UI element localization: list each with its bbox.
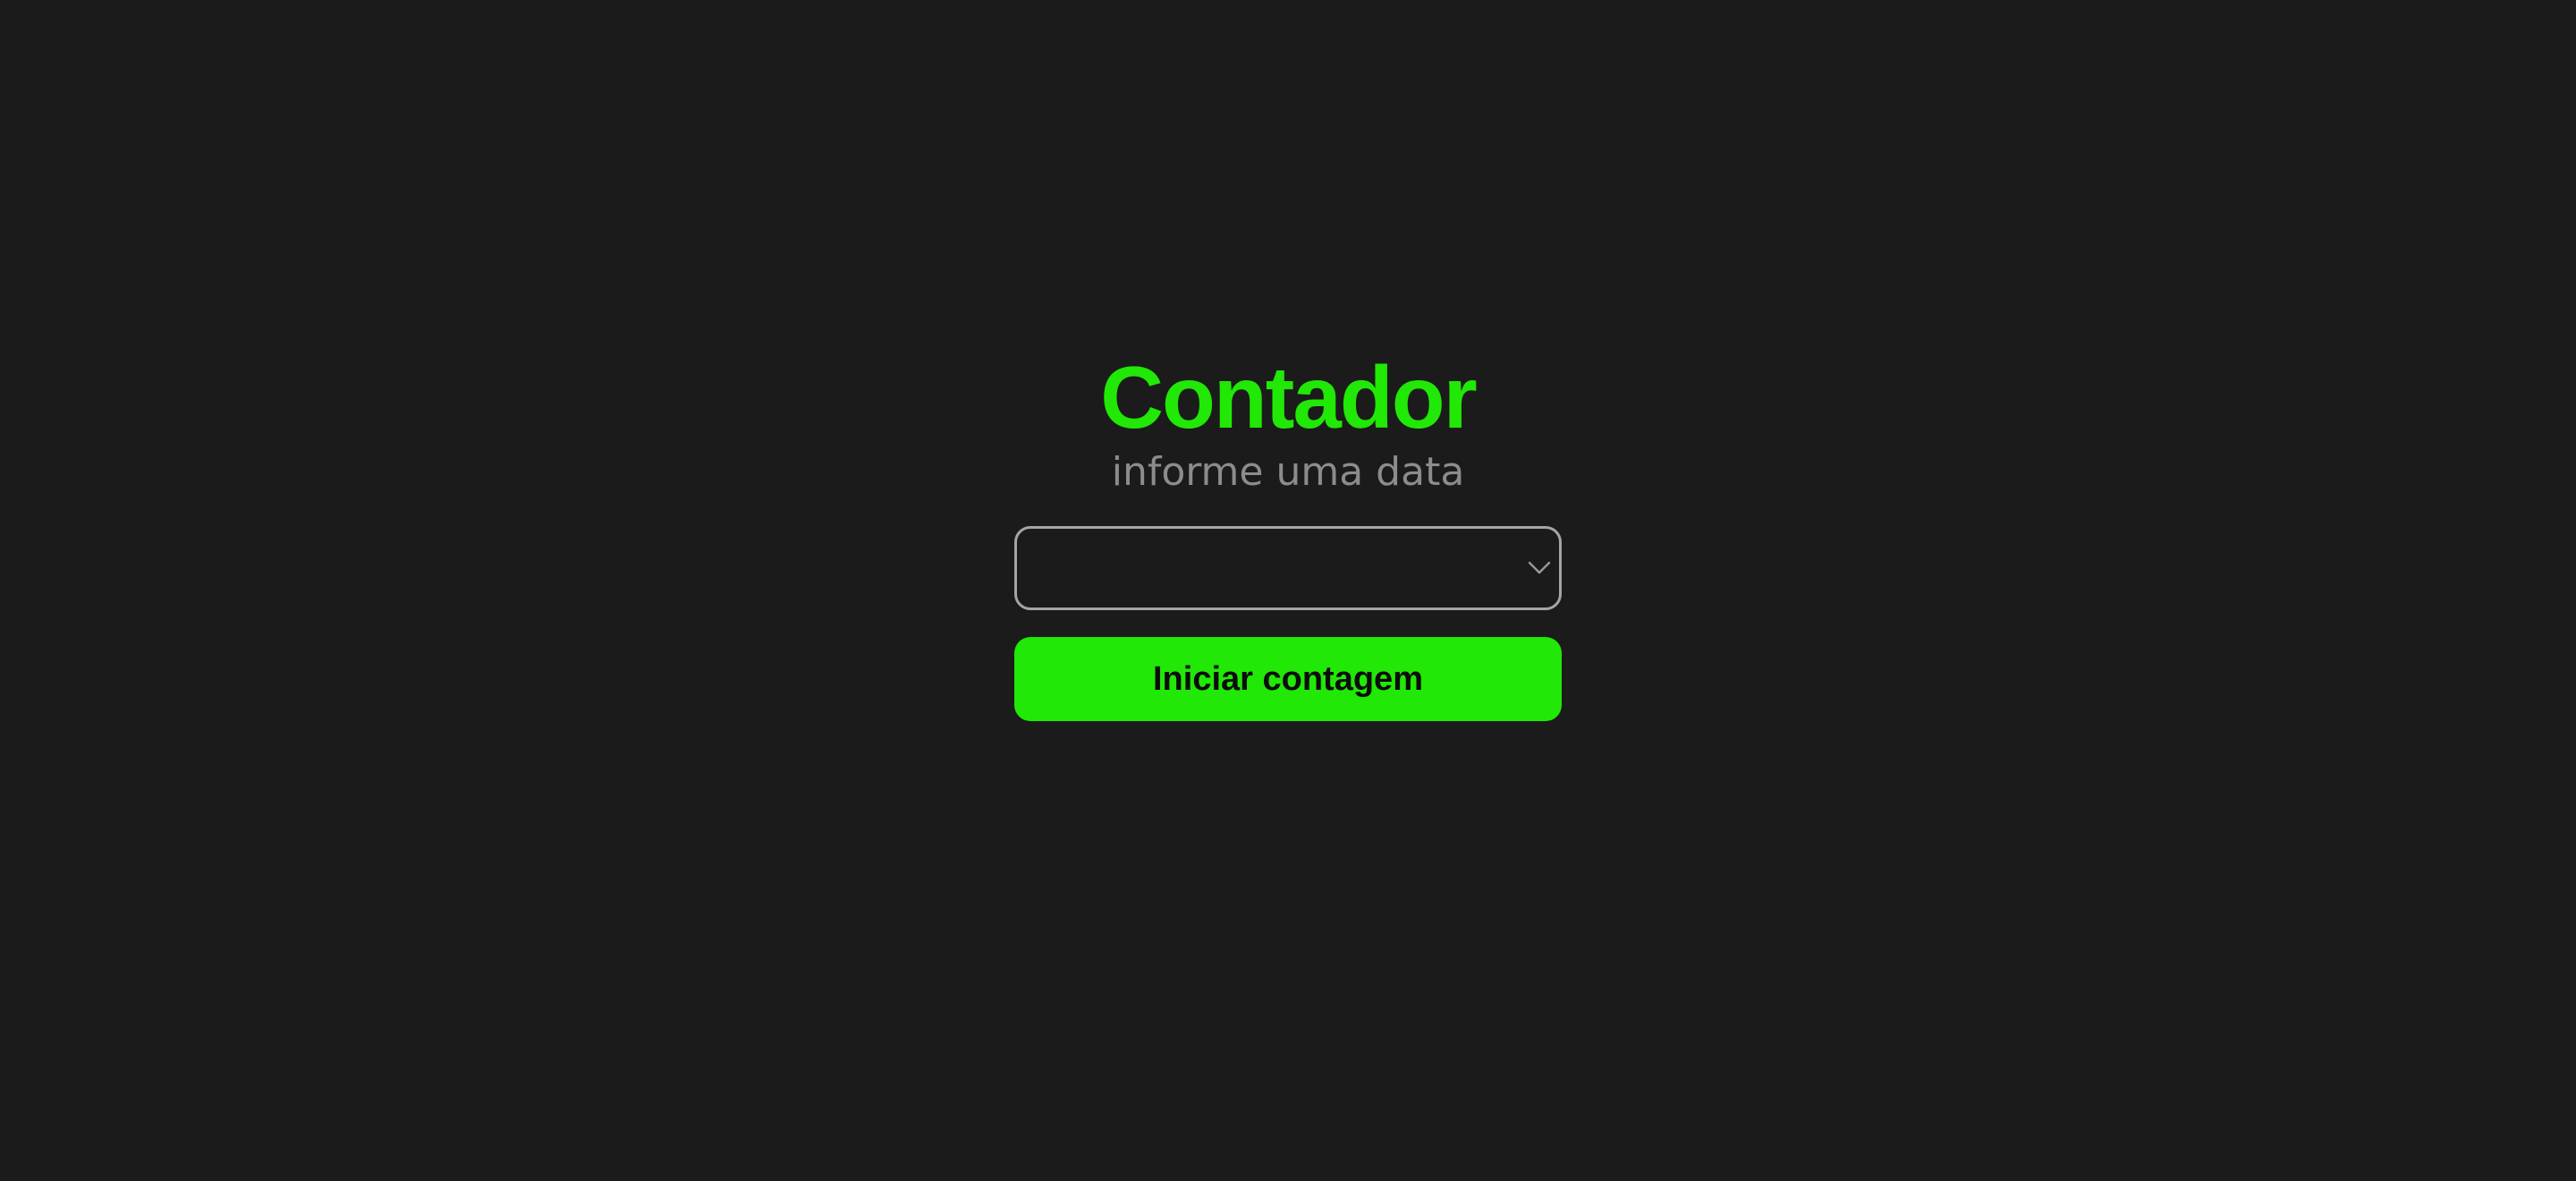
page-subtitle: informe uma data	[1111, 449, 1465, 495]
counter-panel: Contador informe uma data Iniciar contag…	[1014, 347, 1562, 721]
page-background: Contador informe uma data Iniciar contag…	[0, 0, 2576, 1181]
date-select[interactable]	[1014, 526, 1562, 610]
start-count-button[interactable]: Iniciar contagem	[1014, 637, 1562, 721]
chevron-down-icon	[1528, 561, 1551, 574]
page-title: Contador	[1100, 348, 1477, 446]
